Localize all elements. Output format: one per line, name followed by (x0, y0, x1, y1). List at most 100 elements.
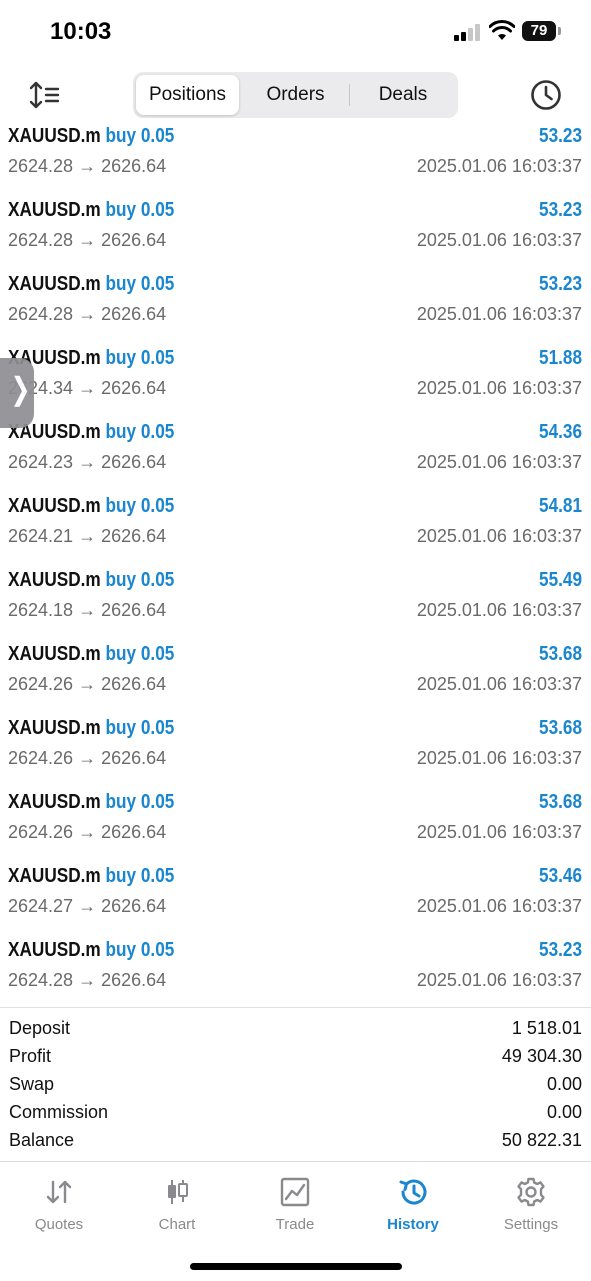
deal-row[interactable]: XAUUSD.m buy 0.05 51.88 2624.34 → 2626.6… (0, 344, 591, 418)
deal-side: buy 0.05 (105, 569, 175, 591)
deal-profit: 55.49 (538, 569, 582, 591)
summary-value: 1 518.01 (511, 1018, 582, 1038)
summary-label: Profit (9, 1046, 52, 1066)
tab-history[interactable]: History (354, 1172, 472, 1233)
deal-symbol: XAUUSD.m (8, 791, 101, 813)
tab-chart[interactable]: Chart (118, 1172, 236, 1233)
deal-prices: 2624.27 → 2626.64 (8, 896, 167, 916)
summary-label: Deposit (9, 1018, 71, 1038)
deal-row[interactable]: XAUUSD.m buy 0.05 53.23 2624.28 → 2626.6… (0, 196, 591, 270)
deal-side: buy 0.05 (105, 643, 175, 665)
deal-time: 2025.01.06 16:03:37 (416, 452, 582, 472)
summary-label: Swap (9, 1074, 55, 1094)
deal-row[interactable]: XAUUSD.m buy 0.05 53.23 2624.28 → 2626.6… (0, 122, 591, 196)
summary-row-deposit: Deposit 1 518.01 (0, 1016, 591, 1044)
deal-time: 2025.01.06 16:03:37 (416, 526, 582, 546)
deal-row[interactable]: XAUUSD.m buy 0.05 53.68 2624.26 → 2626.6… (0, 640, 591, 714)
deal-symbol: XAUUSD.m (8, 717, 101, 739)
deal-row[interactable]: XAUUSD.m buy 0.05 53.46 2624.27 → 2626.6… (0, 862, 591, 936)
deal-profit: 53.23 (538, 939, 582, 961)
deal-symbol-line: XAUUSD.m buy 0.05 (8, 791, 174, 814)
segment-orders[interactable]: Orders (243, 75, 348, 115)
tab-label: History (387, 1216, 439, 1233)
deal-prices: 2624.28 → 2626.64 (8, 156, 167, 176)
deal-symbol: XAUUSD.m (8, 125, 101, 147)
segment-positions[interactable]: Positions (136, 75, 239, 115)
deal-profit: 53.68 (538, 643, 582, 665)
deal-symbol-line: XAUUSD.m buy 0.05 (8, 495, 174, 518)
tab-quotes[interactable]: Quotes (0, 1172, 118, 1233)
deal-time: 2025.01.06 16:03:37 (416, 378, 582, 398)
deal-time: 2025.01.06 16:03:37 (416, 896, 582, 916)
trade-chart-icon (280, 1177, 310, 1207)
deal-time: 2025.01.06 16:03:37 (416, 674, 582, 694)
deal-time: 2025.01.06 16:03:37 (416, 822, 582, 842)
summary-value: 49 304.30 (501, 1046, 582, 1066)
deal-row[interactable]: XAUUSD.m buy 0.05 53.23 2624.28 → 2626.6… (0, 936, 591, 1006)
deal-side: buy 0.05 (105, 125, 175, 147)
deal-profit: 53.68 (538, 717, 582, 739)
deal-row[interactable]: XAUUSD.m buy 0.05 53.23 2624.28 → 2626.6… (0, 270, 591, 344)
summary-value: 50 822.31 (501, 1130, 582, 1150)
deal-profit: 53.23 (538, 125, 582, 147)
tab-settings[interactable]: Settings (472, 1172, 590, 1233)
deal-prices: 2624.28 → 2626.64 (8, 304, 167, 324)
summary-row-balance: Balance 50 822.31 (0, 1128, 591, 1156)
deal-symbol-line: XAUUSD.m buy 0.05 (8, 199, 174, 222)
deal-profit: 53.23 (538, 273, 582, 295)
deal-profit: 53.68 (538, 791, 582, 813)
deal-side: buy 0.05 (105, 421, 175, 443)
segment-divider (349, 84, 350, 106)
tab-label: Quotes (34, 1216, 84, 1233)
deal-symbol-line: XAUUSD.m buy 0.05 (8, 421, 174, 444)
sort-icon[interactable] (28, 80, 62, 110)
deal-time: 2025.01.06 16:03:37 (416, 304, 582, 324)
deal-symbol: XAUUSD.m (8, 939, 101, 961)
deal-prices: 2624.26 → 2626.64 (8, 674, 167, 694)
deal-row[interactable]: XAUUSD.m buy 0.05 54.36 2624.23 → 2626.6… (0, 418, 591, 492)
period-clock-icon[interactable] (529, 78, 563, 112)
deal-profit: 51.88 (538, 347, 582, 369)
deal-profit: 54.36 (538, 421, 582, 443)
tab-trade[interactable]: Trade (236, 1172, 354, 1233)
history-clock-icon (399, 1179, 427, 1205)
battery-tip (558, 27, 561, 35)
deal-row[interactable]: XAUUSD.m buy 0.05 55.49 2624.18 → 2626.6… (0, 566, 591, 640)
summary-row-commission: Commission 0.00 (0, 1100, 591, 1128)
deal-symbol-line: XAUUSD.m buy 0.05 (8, 273, 174, 296)
deal-symbol-line: XAUUSD.m buy 0.05 (8, 865, 174, 888)
chevron-right-icon: ❭ (8, 373, 34, 406)
segment-deals[interactable]: Deals (351, 75, 455, 115)
deal-side: buy 0.05 (105, 865, 175, 887)
deal-time: 2025.01.06 16:03:37 (416, 748, 582, 768)
deal-profit: 53.46 (538, 865, 582, 887)
side-panel-handle[interactable]: ❭ (0, 358, 34, 428)
summary-row-profit: Profit 49 304.30 (0, 1044, 591, 1072)
tab-label: Settings (503, 1216, 559, 1233)
deal-symbol: XAUUSD.m (8, 273, 101, 295)
deal-side: buy 0.05 (105, 273, 175, 295)
deal-prices: 2624.26 → 2626.64 (8, 822, 167, 842)
deal-row[interactable]: XAUUSD.m buy 0.05 54.81 2624.21 → 2626.6… (0, 492, 591, 566)
candlestick-icon (168, 1180, 188, 1204)
view-segmented-control: Positions Orders Deals (133, 72, 458, 118)
deal-prices: 2624.23 → 2626.64 (8, 452, 167, 472)
home-indicator (190, 1263, 402, 1270)
summary-row-swap: Swap 0.00 (0, 1072, 591, 1100)
quotes-arrows-icon (46, 1180, 72, 1204)
deal-profit: 54.81 (538, 495, 582, 517)
battery-indicator: 79 (522, 21, 556, 41)
deal-side: buy 0.05 (105, 939, 175, 961)
deal-symbol: XAUUSD.m (8, 643, 101, 665)
deal-symbol-line: XAUUSD.m buy 0.05 (8, 939, 174, 962)
deal-symbol: XAUUSD.m (8, 495, 101, 517)
deal-time: 2025.01.06 16:03:37 (416, 970, 582, 990)
deal-list: XAUUSD.m buy 0.05 53.23 2624.28 → 2626.6… (0, 122, 591, 1006)
deal-prices: 2624.26 → 2626.64 (8, 748, 167, 768)
deal-row[interactable]: XAUUSD.m buy 0.05 53.68 2624.26 → 2626.6… (0, 714, 591, 788)
deal-symbol-line: XAUUSD.m buy 0.05 (8, 125, 174, 148)
deal-row[interactable]: XAUUSD.m buy 0.05 53.68 2624.26 → 2626.6… (0, 788, 591, 862)
status-bar: 10:03 79 (0, 0, 591, 64)
deal-side: buy 0.05 (105, 791, 175, 813)
deal-side: buy 0.05 (105, 199, 175, 221)
